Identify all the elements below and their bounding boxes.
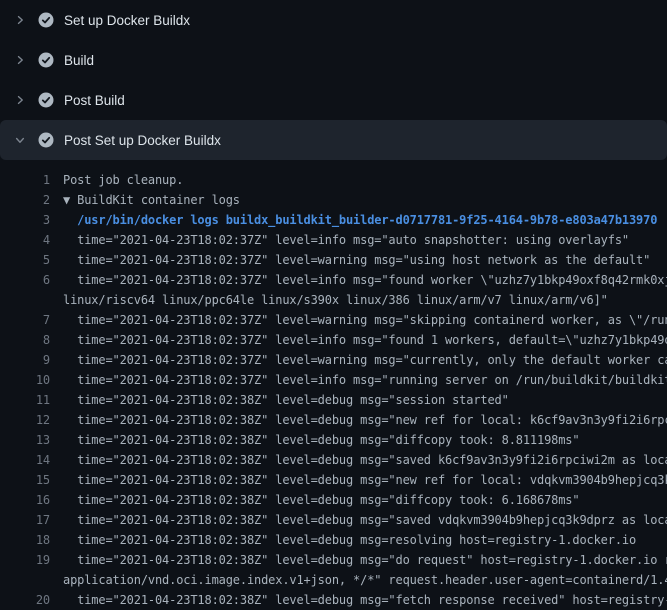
log-text: time="2021-04-23T18:02:37Z" level=warnin… — [63, 310, 667, 330]
log-text: time="2021-04-23T18:02:37Z" level=info m… — [63, 330, 667, 350]
log-line: 3 /usr/bin/docker logs buildx_buildkit_b… — [0, 210, 667, 230]
line-number[interactable]: 15 — [0, 470, 50, 490]
log-line: 9 time="2021-04-23T18:02:37Z" level=warn… — [0, 350, 667, 370]
log-line: 4 time="2021-04-23T18:02:37Z" level=info… — [0, 230, 667, 250]
log-line: 12 time="2021-04-23T18:02:38Z" level=deb… — [0, 410, 667, 430]
step-section-build[interactable]: Build — [0, 40, 667, 80]
line-number[interactable]: 3 — [0, 210, 50, 230]
check-circle-icon — [38, 52, 54, 68]
line-number[interactable]: 6 — [0, 270, 50, 290]
log-text: time="2021-04-23T18:02:38Z" level=debug … — [63, 550, 667, 570]
log-line: 19 time="2021-04-23T18:02:38Z" level=deb… — [0, 550, 667, 570]
step-section-post-setup-docker-buildx[interactable]: Post Set up Docker Buildx — [0, 120, 667, 160]
log-text: time="2021-04-23T18:02:38Z" level=debug … — [63, 410, 667, 430]
line-number[interactable]: 10 — [0, 370, 50, 390]
log-text: ▼ BuildKit container logs — [63, 190, 240, 210]
line-number[interactable]: 4 — [0, 230, 50, 250]
check-circle-icon — [38, 92, 54, 108]
line-number[interactable]: 19 — [0, 550, 50, 570]
log-text: time="2021-04-23T18:02:38Z" level=debug … — [63, 470, 667, 490]
log-line: 1 Post job cleanup. — [0, 170, 667, 190]
line-number[interactable]: 17 — [0, 510, 50, 530]
step-title: Set up Docker Buildx — [64, 13, 190, 28]
line-number[interactable]: 12 — [0, 410, 50, 430]
chevron-right-icon — [12, 52, 28, 68]
command-text: /usr/bin/docker logs buildx_buildkit_bui… — [63, 210, 657, 230]
log-text: time="2021-04-23T18:02:38Z" level=debug … — [63, 590, 667, 610]
check-circle-icon — [38, 132, 54, 148]
log-text: time="2021-04-23T18:02:37Z" level=info m… — [63, 270, 667, 290]
step-title: Post Set up Docker Buildx — [64, 133, 221, 148]
log-text: linux/riscv64 linux/ppc64le linux/s390x … — [63, 290, 608, 310]
log-line: 18 time="2021-04-23T18:02:38Z" level=deb… — [0, 530, 667, 550]
log-text: time="2021-04-23T18:02:37Z" level=warnin… — [63, 250, 650, 270]
log-line: 8 time="2021-04-23T18:02:37Z" level=info… — [0, 330, 667, 350]
step-section-post-build[interactable]: Post Build — [0, 80, 667, 120]
log-line: 13 time="2021-04-23T18:02:38Z" level=deb… — [0, 430, 667, 450]
line-number[interactable]: 16 — [0, 490, 50, 510]
log-line: 11 time="2021-04-23T18:02:38Z" level=deb… — [0, 390, 667, 410]
chevron-down-icon — [12, 132, 28, 148]
log-line: 7 time="2021-04-23T18:02:37Z" level=warn… — [0, 310, 667, 330]
line-number[interactable]: 14 — [0, 450, 50, 470]
step-title: Post Build — [64, 93, 125, 108]
log-text: Post job cleanup. — [63, 170, 183, 190]
log-line: 17 time="2021-04-23T18:02:38Z" level=deb… — [0, 510, 667, 530]
log-group-line[interactable]: 2 ▼ BuildKit container logs — [0, 190, 667, 210]
step-title: Build — [64, 53, 94, 68]
log-text: time="2021-04-23T18:02:37Z" level=warnin… — [63, 350, 667, 370]
line-number[interactable]: 20 — [0, 590, 50, 610]
log-text: time="2021-04-23T18:02:38Z" level=debug … — [63, 450, 667, 470]
step-section-setup-docker-buildx[interactable]: Set up Docker Buildx — [0, 0, 667, 40]
log-text: time="2021-04-23T18:02:37Z" level=info m… — [63, 370, 667, 390]
log-text: time="2021-04-23T18:02:38Z" level=debug … — [63, 390, 509, 410]
log-line: linux/riscv64 linux/ppc64le linux/s390x … — [0, 290, 667, 310]
line-number[interactable]: 13 — [0, 430, 50, 450]
log-line: 10 time="2021-04-23T18:02:37Z" level=inf… — [0, 370, 667, 390]
log-text: time="2021-04-23T18:02:37Z" level=info m… — [63, 230, 629, 250]
log-text: time="2021-04-23T18:02:38Z" level=debug … — [63, 490, 579, 510]
line-number[interactable]: 1 — [0, 170, 50, 190]
log-text: time="2021-04-23T18:02:38Z" level=debug … — [63, 530, 636, 550]
log-text: time="2021-04-23T18:02:38Z" level=debug … — [63, 510, 667, 530]
chevron-right-icon — [12, 92, 28, 108]
line-number[interactable]: 18 — [0, 530, 50, 550]
log-line: 14 time="2021-04-23T18:02:38Z" level=deb… — [0, 450, 667, 470]
line-number[interactable]: 2 — [0, 190, 50, 210]
line-number[interactable]: 9 — [0, 350, 50, 370]
log-text: application/vnd.oci.image.index.v1+json,… — [63, 570, 667, 590]
line-number[interactable]: 8 — [0, 330, 50, 350]
line-number[interactable]: 5 — [0, 250, 50, 270]
log-text: time="2021-04-23T18:02:38Z" level=debug … — [63, 430, 579, 450]
log-line: 5 time="2021-04-23T18:02:37Z" level=warn… — [0, 250, 667, 270]
line-number[interactable]: 7 — [0, 310, 50, 330]
log-line: 16 time="2021-04-23T18:02:38Z" level=deb… — [0, 490, 667, 510]
check-circle-icon — [38, 12, 54, 28]
log-line: 20 time="2021-04-23T18:02:38Z" level=deb… — [0, 590, 667, 610]
log-line: 6 time="2021-04-23T18:02:37Z" level=info… — [0, 270, 667, 290]
chevron-right-icon — [12, 12, 28, 28]
steps-list: Set up Docker Buildx Build Post Build Po… — [0, 0, 667, 160]
log-area: 1 Post job cleanup. 2 ▼ BuildKit container … — [0, 160, 667, 610]
log-line: application/vnd.oci.image.index.v1+json,… — [0, 570, 667, 590]
line-number[interactable]: 11 — [0, 390, 50, 410]
log-line: 15 time="2021-04-23T18:02:38Z" level=deb… — [0, 470, 667, 490]
